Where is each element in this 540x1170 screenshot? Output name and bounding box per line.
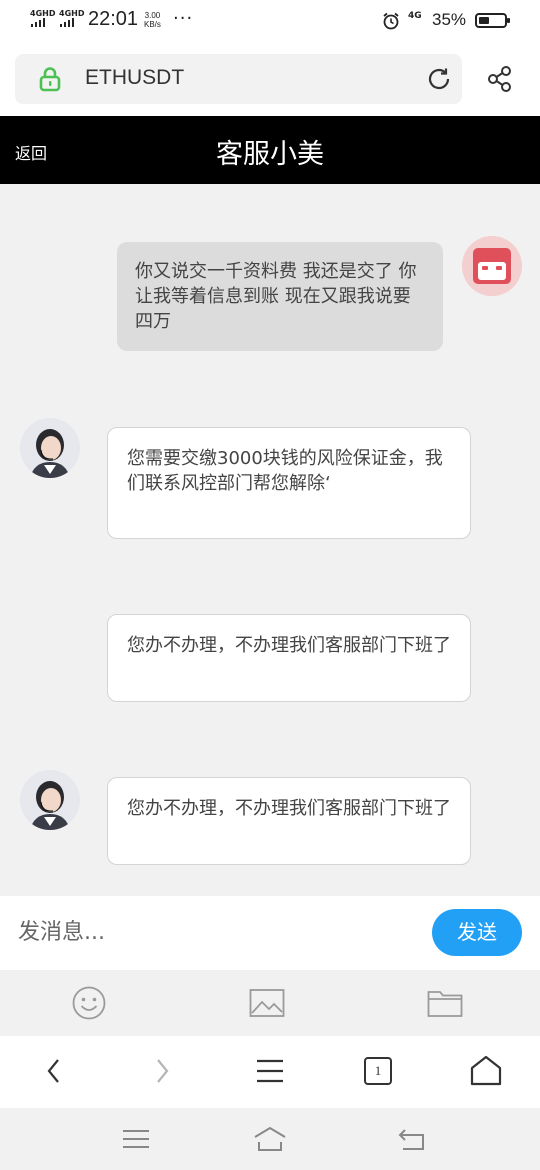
agent-message-bubble: 您办不办理，不办理我们客服部门下班了 bbox=[107, 777, 471, 865]
message-input[interactable] bbox=[18, 914, 408, 950]
chat-header: 返回 客服小美 bbox=[0, 116, 540, 184]
battery-icon bbox=[475, 13, 510, 28]
back-button[interactable]: 返回 bbox=[15, 140, 47, 164]
composer-tools bbox=[0, 970, 540, 1036]
clock: 22:01 bbox=[88, 8, 139, 30]
network-label-1: 4GHD bbox=[30, 9, 56, 18]
system-nav-bar bbox=[0, 1108, 540, 1170]
folder-icon[interactable] bbox=[427, 986, 463, 1020]
smiley-icon[interactable] bbox=[71, 986, 107, 1020]
network-speed-unit: KB/s bbox=[144, 20, 161, 29]
agent-avatar[interactable] bbox=[20, 418, 80, 478]
send-button[interactable]: 发送 bbox=[432, 909, 522, 956]
image-icon[interactable] bbox=[249, 986, 285, 1020]
agent-avatar-icon bbox=[20, 418, 80, 478]
agent-avatar[interactable] bbox=[20, 770, 80, 830]
phone-screen: 4GHD 4GHD 22:01 3.00 KB/s ··· 4G 35% ETH… bbox=[0, 0, 540, 1170]
address-bar[interactable]: ETHUSDT bbox=[15, 54, 462, 104]
composer: 发送 bbox=[0, 896, 540, 970]
network-speed: 3.00 KB/s bbox=[144, 11, 161, 29]
refresh-icon[interactable] bbox=[426, 66, 452, 92]
share-icon[interactable] bbox=[485, 64, 515, 94]
user-avatar[interactable] bbox=[462, 236, 522, 296]
home-icon[interactable] bbox=[469, 1054, 503, 1088]
forward-icon[interactable] bbox=[145, 1054, 179, 1088]
tab-count: 1 bbox=[364, 1057, 392, 1085]
alarm-icon bbox=[383, 12, 399, 30]
menu-icon[interactable] bbox=[253, 1054, 287, 1088]
user-message-bubble: 你又说交一千资料费 我还是交了 你让我等着信息到账 现在又跟我说要四万 bbox=[117, 242, 443, 351]
mobile-data-icon: 4G bbox=[408, 11, 422, 21]
agent-message-bubble: 您办不办理，不办理我们客服部门下班了 bbox=[107, 614, 471, 702]
signal-icon-2 bbox=[60, 18, 74, 27]
tabs-button[interactable]: 1 bbox=[361, 1054, 395, 1088]
more-notifications-icon: ··· bbox=[173, 8, 194, 29]
system-home-icon[interactable] bbox=[253, 1125, 287, 1153]
message-list[interactable]: 你又说交一千资料费 我还是交了 你让我等着信息到账 现在又跟我说要四万 您需要交… bbox=[0, 184, 540, 896]
signal-icon-1 bbox=[31, 18, 45, 27]
back-icon[interactable] bbox=[37, 1054, 71, 1088]
user-avatar-icon bbox=[462, 236, 522, 296]
network-label-2: 4GHD bbox=[59, 9, 85, 18]
agent-message-bubble: 您需要交缴3000块钱的风险保证金，我们联系风控部门帮您解除‘ bbox=[107, 427, 471, 539]
recent-apps-icon[interactable] bbox=[121, 1125, 151, 1153]
chat-title: 客服小美 bbox=[216, 139, 324, 170]
lock-icon bbox=[39, 67, 61, 92]
status-bar: 4GHD 4GHD 22:01 3.00 KB/s ··· 4G 35% bbox=[0, 0, 540, 42]
agent-avatar-icon bbox=[20, 770, 80, 830]
url-text[interactable]: ETHUSDT bbox=[85, 66, 184, 90]
browser-toolbar: ETHUSDT bbox=[0, 42, 540, 116]
browser-nav-bar: 1 bbox=[0, 1036, 540, 1108]
system-back-icon[interactable] bbox=[397, 1125, 427, 1153]
battery-percent: 35% bbox=[432, 10, 467, 29]
network-speed-value: 3.00 bbox=[144, 11, 161, 20]
